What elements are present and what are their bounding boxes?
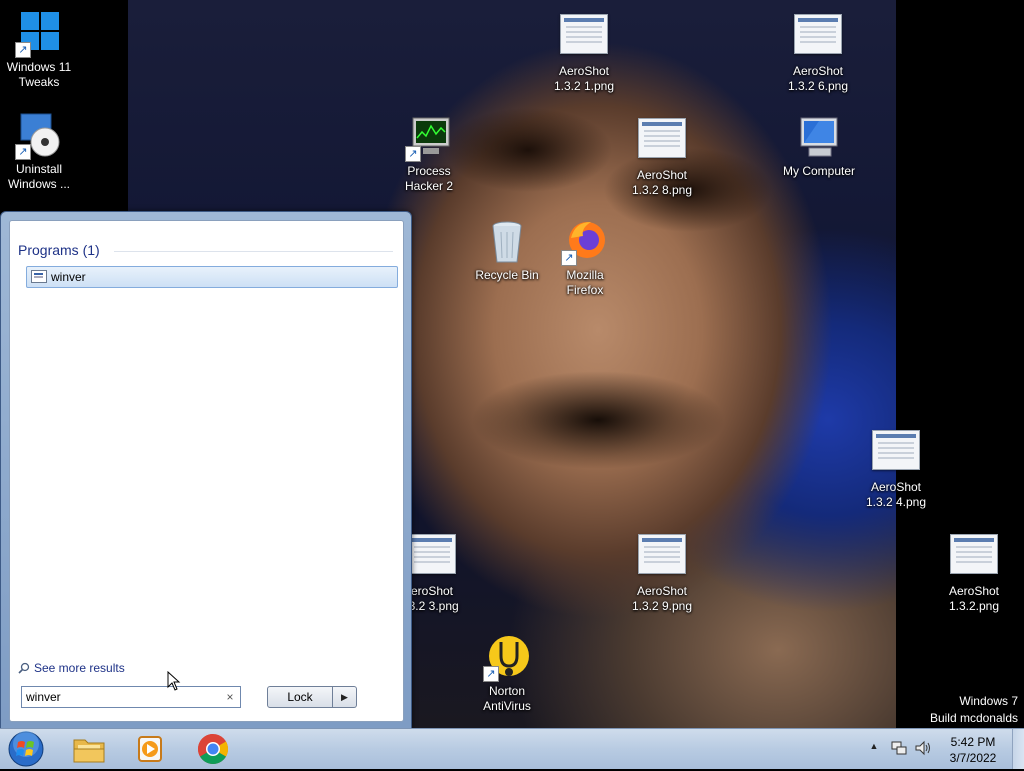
taskbar-clock[interactable]: 5:42 PM 3/7/2022 (940, 734, 1006, 766)
windows-orb-icon (8, 731, 44, 767)
desktop-icon-windows-11-tweaks[interactable]: ↗ Windows 11 Tweaks (1, 10, 77, 90)
desktop-icon-recycle-bin[interactable]: Recycle Bin (469, 218, 545, 283)
icon-label-line1: Process (407, 164, 451, 178)
image-file-icon (638, 118, 686, 158)
icon-label-line1: Mozilla (566, 268, 604, 282)
firefox-icon: ↗ (561, 218, 609, 266)
shortcut-arrow-icon: ↗ (561, 250, 577, 266)
taskbar-chrome-button[interactable] (189, 731, 237, 767)
desktop-icon-norton-antivirus[interactable]: ↗ Norton AntiVirus (469, 634, 545, 714)
process-hacker-icon: ↗ (405, 114, 453, 162)
magnifier-icon (18, 662, 30, 674)
mouse-cursor-icon (167, 671, 181, 691)
shortcut-arrow-icon: ↗ (15, 42, 31, 58)
desktop-icon-mozilla-firefox[interactable]: ↗ Mozilla Firefox (547, 218, 623, 298)
power-options-arrow-button[interactable]: ▶ (333, 686, 357, 708)
icon-label-line1: AeroShot (636, 584, 688, 598)
start-menu: Programs (1) winver See more results × L… (0, 211, 412, 731)
desktop-icon-uninstall-windows[interactable]: ↗ Uninstall Windows ... (1, 112, 77, 192)
taskbar-media-player-button[interactable] (126, 731, 174, 767)
norton-stethoscope-icon: ↗ (483, 634, 531, 682)
desktop-icon-aeroshot-1[interactable]: AeroShot 1.3.2 1.png (546, 10, 622, 94)
icon-label-line1: AeroShot (870, 480, 922, 494)
network-icon[interactable] (890, 740, 908, 756)
desktop-icon-my-computer[interactable]: My Computer (781, 114, 857, 179)
media-player-icon (138, 736, 162, 762)
image-file-icon (950, 534, 998, 574)
taskbar-explorer-button[interactable] (65, 731, 113, 767)
search-result-label: winver (51, 270, 86, 284)
see-more-results-link[interactable]: See more results (18, 661, 125, 675)
show-hidden-icons-button[interactable]: ▲ (868, 741, 880, 755)
clock-date: 3/7/2022 (949, 751, 997, 765)
icon-label-line1: My Computer (782, 164, 856, 178)
icon-label-line1: Norton (488, 684, 526, 698)
image-file-icon (560, 14, 608, 54)
image-file-icon (872, 430, 920, 470)
desktop-icon-process-hacker[interactable]: ↗ Process Hacker 2 (391, 114, 467, 194)
folder-icon (73, 739, 105, 763)
computer-icon (795, 114, 843, 162)
icon-label-line1: AeroShot (948, 584, 1000, 598)
icon-label-line2: Tweaks (18, 75, 60, 89)
icon-label-line2: 1.3.2 1.png (553, 79, 615, 93)
search-result-winver[interactable]: winver (26, 266, 398, 288)
icon-label-line1: AeroShot (792, 64, 844, 78)
watermark-line1: Windows 7 (959, 694, 1018, 708)
desktop-icon-aeroshot-6[interactable]: AeroShot 1.3.2 6.png (780, 10, 856, 94)
start-menu-results-pane: Programs (1) winver See more results (9, 220, 404, 722)
divider (114, 251, 393, 252)
icon-label-line2: 1.3.2 8.png (631, 183, 693, 197)
icon-label-line1: AeroShot (558, 64, 610, 78)
volume-icon[interactable] (914, 740, 932, 756)
clock-time: 5:42 PM (950, 735, 996, 749)
shortcut-arrow-icon: ↗ (15, 144, 31, 160)
icon-label-line2: 1.3.2 4.png (865, 495, 927, 509)
start-search-input[interactable] (26, 689, 216, 705)
program-window-icon (31, 270, 47, 283)
programs-group-header: Programs (1) (18, 242, 100, 258)
lock-button[interactable]: Lock (267, 686, 333, 708)
shortcut-arrow-icon: ↗ (483, 666, 499, 682)
shortcut-arrow-icon: ↗ (405, 146, 421, 162)
clear-search-icon[interactable]: × (224, 690, 236, 704)
icon-label-line1: Recycle Bin (475, 268, 539, 282)
icon-label-line2: Hacker 2 (404, 179, 454, 193)
watermark-line2: Build mcdonalds (929, 711, 1018, 725)
icon-label-line1: AeroShot (636, 168, 688, 182)
image-file-icon (408, 534, 456, 574)
see-more-label: See more results (34, 661, 125, 675)
chrome-icon (197, 734, 229, 765)
desktop-icon-aeroshot-4[interactable]: AeroShot 1.3.2 4.png (858, 426, 934, 510)
recycle-bin-icon (483, 218, 531, 266)
taskbar: ▲ 5:42 PM 3/7/2022 (0, 728, 1024, 769)
start-search-box[interactable]: × (21, 686, 241, 708)
uninstall-disc-icon: ↗ (15, 112, 63, 160)
icon-label-line2: Windows ... (7, 177, 70, 191)
icon-label-line2: 1.3.2 6.png (787, 79, 849, 93)
icon-label-line2: Firefox (566, 283, 604, 297)
windows-build-watermark: Windows 7 Build mcdonalds (930, 693, 1018, 727)
icon-label-line2: AntiVirus (483, 699, 531, 713)
windows-logo-icon: ↗ (15, 10, 63, 58)
show-desktop-button[interactable] (1012, 729, 1024, 769)
desktop-icon-aeroshot-8[interactable]: AeroShot 1.3.2 8.png (624, 114, 700, 198)
image-file-icon (794, 14, 842, 54)
icon-label-line1: Uninstall (15, 162, 63, 176)
icon-label-line1: Windows 11 (6, 60, 72, 74)
desktop-icon-aeroshot-9[interactable]: AeroShot 1.3.2 9.png (624, 530, 700, 614)
icon-label-line2: 1.3.2.png (948, 599, 1000, 613)
image-file-icon (638, 534, 686, 574)
desktop-icon-aeroshot[interactable]: AeroShot 1.3.2.png (936, 530, 1012, 614)
start-button[interactable] (6, 730, 46, 768)
icon-label-line2: 1.3.2 9.png (631, 599, 693, 613)
